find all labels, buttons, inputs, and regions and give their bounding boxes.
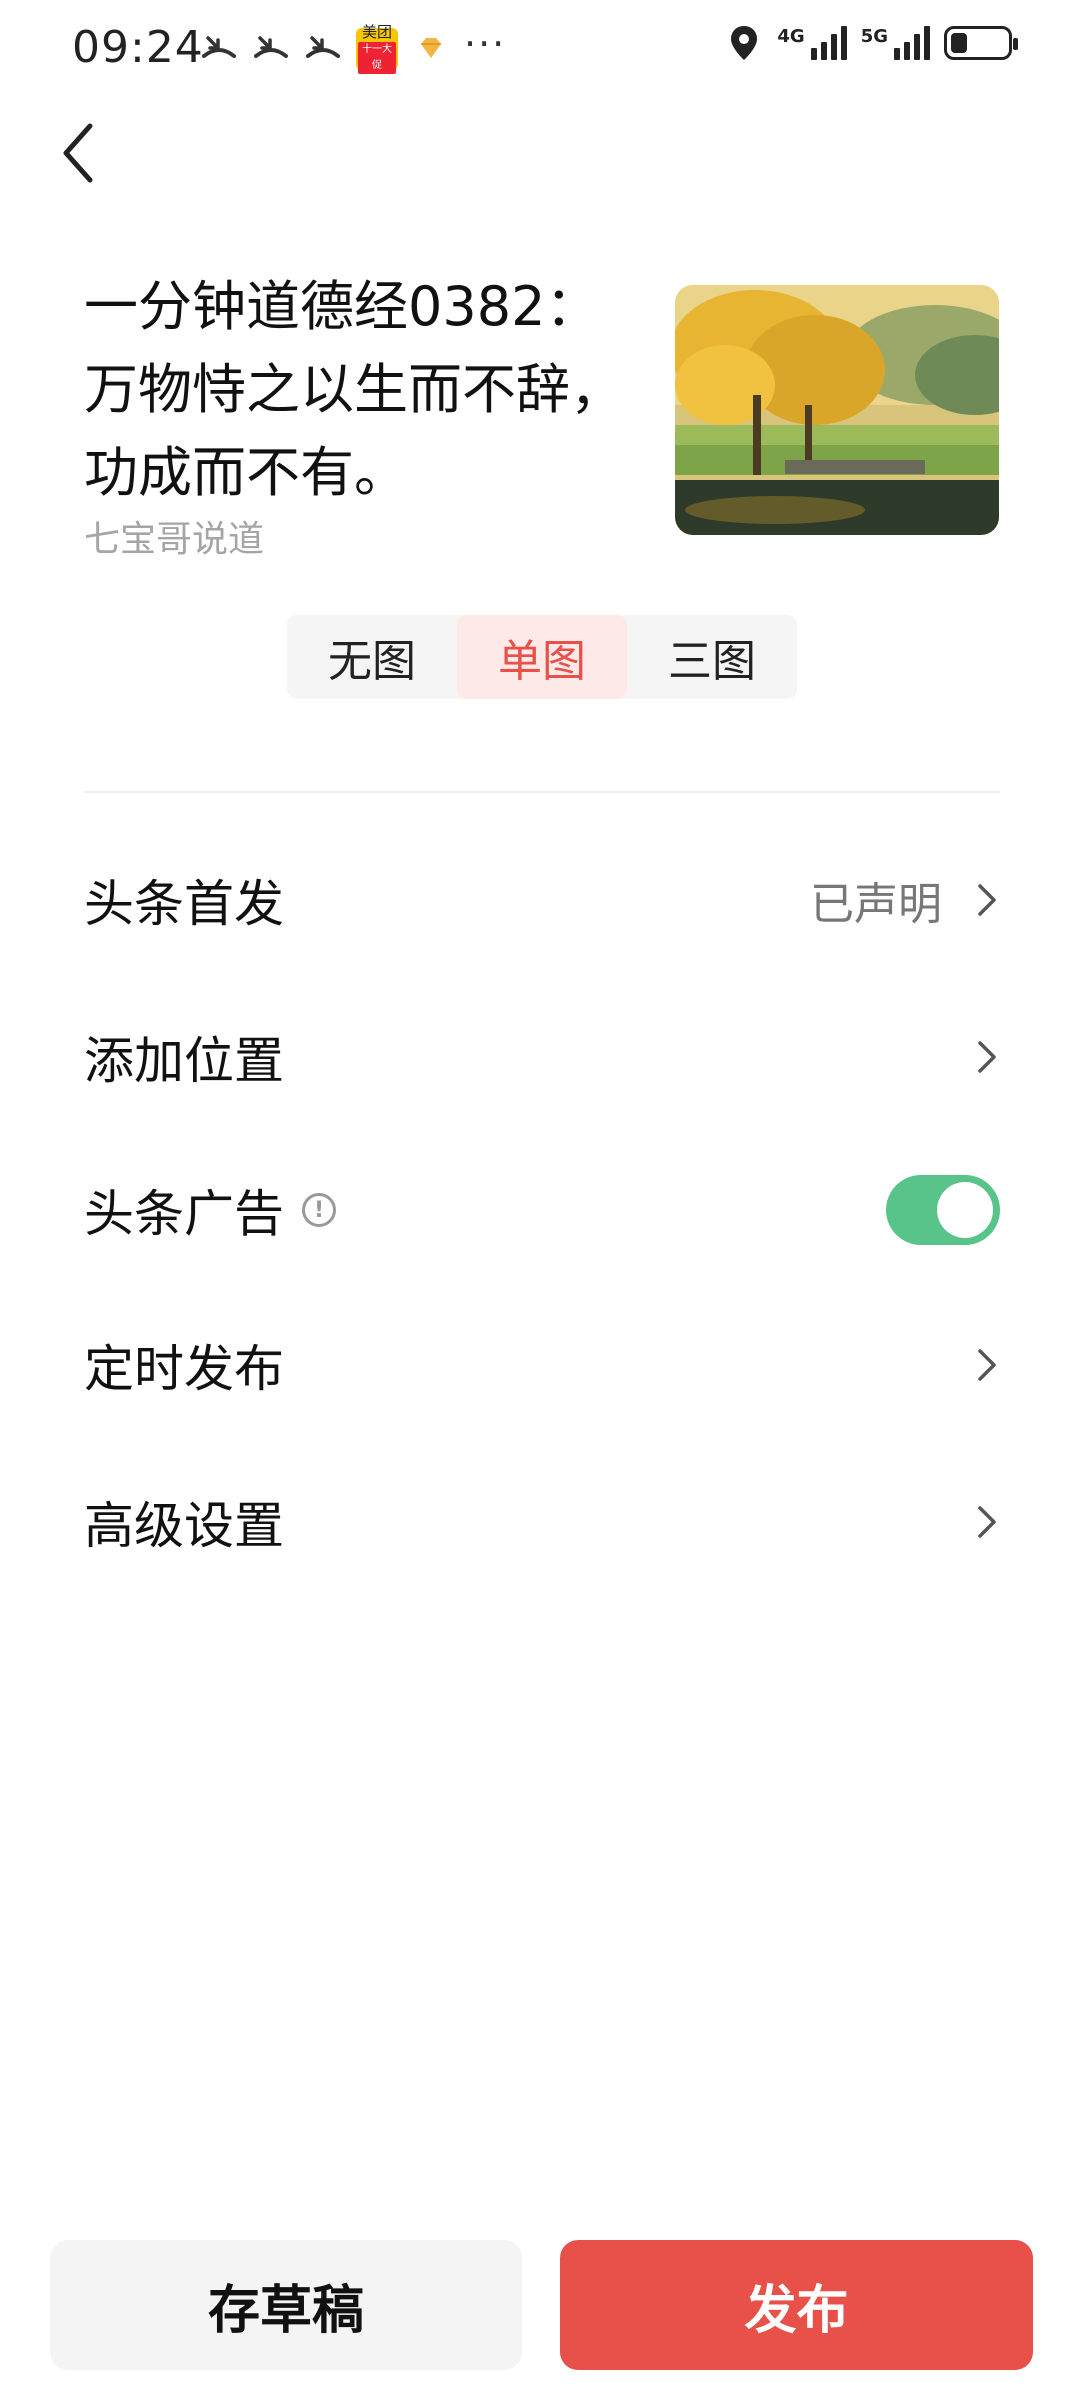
missed-call-icon (252, 30, 290, 68)
battery-level (951, 33, 968, 53)
cover-mode-triple[interactable]: 三图 (627, 615, 797, 699)
article-author: 七宝哥说道 (84, 519, 265, 560)
meituan-sub-label: 十一大促 (358, 42, 396, 74)
advanced-settings-label: 高级设置 (84, 1497, 284, 1555)
location-icon (725, 24, 763, 62)
add-location-label: 添加位置 (84, 1032, 284, 1090)
settings-row-first-publish[interactable]: 头条首发 已声明 (84, 840, 1000, 960)
cover-mode-selector: 无图 单图 三图 (287, 615, 797, 699)
save-draft-button[interactable]: 存草稿 (50, 2240, 522, 2370)
info-icon[interactable]: ! (302, 1193, 336, 1227)
article-thumbnail[interactable] (675, 285, 999, 535)
missed-call-icon (200, 30, 238, 68)
more-notifications-icon: ··· (464, 22, 507, 66)
article-title: 一分钟道德经0382：万物恃之以生而不辞，功成而不有。 (84, 275, 624, 504)
back-button[interactable] (50, 118, 110, 188)
ads-label: 头条广告 (84, 1185, 284, 1243)
signal-5g-icon: 5G (861, 26, 930, 60)
battery-icon (944, 26, 1018, 60)
chevron-right-icon (978, 884, 996, 916)
cover-mode-single[interactable]: 单图 (457, 615, 627, 699)
signal-4g-icon: 4G (777, 26, 847, 60)
system-icons: 4G 5G (725, 24, 1018, 62)
first-publish-value: 已声明 (810, 879, 942, 930)
diamond-icon (412, 30, 450, 68)
settings-row-scheduled[interactable]: 定时发布 (84, 1305, 1000, 1425)
net-5g-label: 5G (860, 26, 888, 47)
section-divider (84, 791, 1000, 793)
settings-row-ads: 头条广告 ! (84, 1150, 1000, 1270)
cover-mode-none[interactable]: 无图 (287, 615, 457, 699)
scheduled-publish-label: 定时发布 (84, 1340, 284, 1398)
chevron-right-icon (978, 1041, 996, 1073)
settings-row-advanced[interactable]: 高级设置 (84, 1462, 1000, 1582)
publish-button[interactable]: 发布 (560, 2240, 1033, 2370)
chevron-right-icon (978, 1506, 996, 1538)
status-bar: 09:24 美团 十一大促 ··· 4G 5G (0, 0, 1080, 100)
chevron-left-icon (63, 123, 93, 183)
meituan-label: 美团 (361, 23, 392, 41)
missed-call-icon (304, 30, 342, 68)
status-time: 09:24 (72, 22, 204, 73)
settings-row-add-location[interactable]: 添加位置 (84, 997, 1000, 1117)
meituan-app-icon: 美团 十一大促 (356, 24, 398, 74)
notification-icons: 美团 十一大促 ··· (200, 22, 506, 74)
first-publish-label: 头条首发 (84, 875, 284, 933)
chevron-right-icon (978, 1349, 996, 1381)
net-4g-label: 4G (777, 26, 805, 47)
toggle-knob (937, 1182, 993, 1238)
autumn-tree-landscape-icon (675, 285, 999, 535)
ads-toggle[interactable] (886, 1175, 1000, 1245)
